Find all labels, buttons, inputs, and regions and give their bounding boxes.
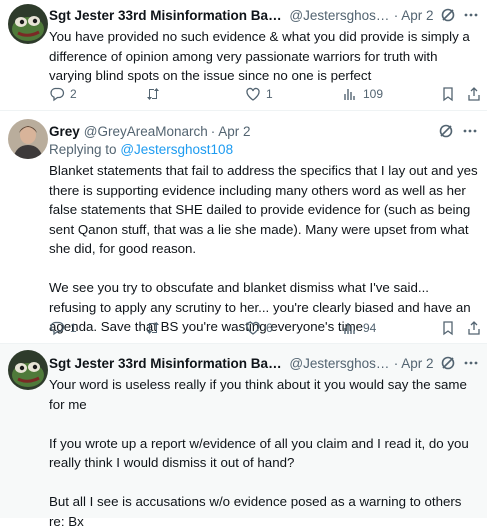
replying-handle-link[interactable]: @Jestersghost108	[120, 142, 233, 157]
user-handle[interactable]: @GreyAreaMonarch	[84, 124, 208, 139]
display-name[interactable]: Sgt Jester 33rd Misinformation Battali..…	[49, 8, 285, 23]
avatar[interactable]	[8, 4, 48, 44]
repost-icon	[147, 322, 159, 334]
display-name[interactable]: Sgt Jester 33rd Misinformation Battali..…	[49, 356, 285, 371]
frog-avatar-icon	[8, 350, 48, 390]
tweet-date[interactable]: Apr 2	[401, 8, 433, 23]
reply-count: 1	[70, 321, 77, 335]
replying-prefix: Replying to	[49, 142, 117, 157]
heart-icon	[246, 87, 260, 101]
repost-icon	[147, 88, 159, 100]
grok-icon[interactable]	[437, 122, 455, 140]
repost-button[interactable]	[145, 318, 166, 338]
tweet-header: Sgt Jester 33rd Misinformation Battali..…	[49, 5, 479, 25]
repost-button[interactable]	[145, 84, 166, 104]
replying-to: Replying to @Jestersghost108	[49, 141, 479, 159]
user-handle[interactable]: @Jestersghost1...	[289, 356, 390, 371]
share-icon	[468, 87, 480, 101]
reply-count: 2	[70, 87, 77, 101]
avatar[interactable]	[8, 350, 48, 390]
separator: ·	[210, 123, 216, 139]
frog-avatar-icon	[8, 4, 48, 44]
tweet-text: Your word is useless really if you think…	[49, 377, 469, 529]
views-count: 94	[363, 321, 377, 335]
grok-icon[interactable]	[440, 354, 457, 372]
more-icon[interactable]	[462, 354, 479, 372]
reply-icon	[50, 321, 65, 336]
like-button[interactable]: 6	[245, 318, 273, 338]
share-button[interactable]	[466, 84, 482, 104]
views-icon	[344, 323, 355, 334]
more-icon[interactable]	[462, 6, 479, 24]
reply-icon	[50, 87, 65, 102]
tweet-1[interactable]: Sgt Jester 33rd Misinformation Battali..…	[0, 0, 487, 107]
tweet-actions: 1 6 94	[0, 318, 487, 338]
bookmark-button[interactable]	[440, 318, 456, 338]
tweet-date[interactable]: Apr 2	[218, 124, 250, 139]
share-icon	[468, 321, 480, 335]
heart-icon	[246, 321, 260, 335]
like-button[interactable]: 1	[245, 84, 273, 104]
reply-button[interactable]: 1	[49, 318, 77, 338]
views-icon	[344, 89, 355, 100]
tweet-2[interactable]: Grey @GreyAreaMonarch · Apr 2 Replying t…	[0, 111, 487, 343]
like-count: 6	[266, 321, 273, 335]
person-avatar-icon	[8, 119, 48, 159]
separator: ·	[393, 7, 399, 23]
tweet-actions: 2 1 109	[0, 84, 487, 104]
tweet-header: Sgt Jester 33rd Misinformation Battali..…	[49, 353, 479, 373]
like-count: 1	[266, 87, 273, 101]
tweet-text: Blanket statements that fail to address …	[49, 163, 478, 334]
tweet-date[interactable]: Apr 2	[401, 356, 433, 371]
separator: ·	[393, 355, 399, 371]
avatar[interactable]	[8, 119, 48, 159]
share-button[interactable]	[466, 318, 482, 338]
views-button[interactable]: 94	[342, 318, 376, 338]
views-count: 109	[363, 87, 384, 101]
reply-button[interactable]: 2	[49, 84, 77, 104]
tweet-header: Grey @GreyAreaMonarch · Apr 2	[49, 121, 479, 141]
bookmark-icon	[443, 87, 453, 102]
display-name[interactable]: Grey	[49, 124, 80, 139]
more-icon[interactable]	[461, 122, 479, 140]
tweet-text: You have provided no such evidence & wha…	[49, 29, 474, 83]
bookmark-icon	[443, 321, 453, 336]
views-button[interactable]: 109	[342, 84, 383, 104]
tweet-3[interactable]: Sgt Jester 33rd Misinformation Battali..…	[0, 344, 487, 529]
grok-icon[interactable]	[440, 6, 457, 24]
user-handle[interactable]: @Jestersghost1...	[289, 8, 390, 23]
bookmark-button[interactable]	[440, 84, 456, 104]
